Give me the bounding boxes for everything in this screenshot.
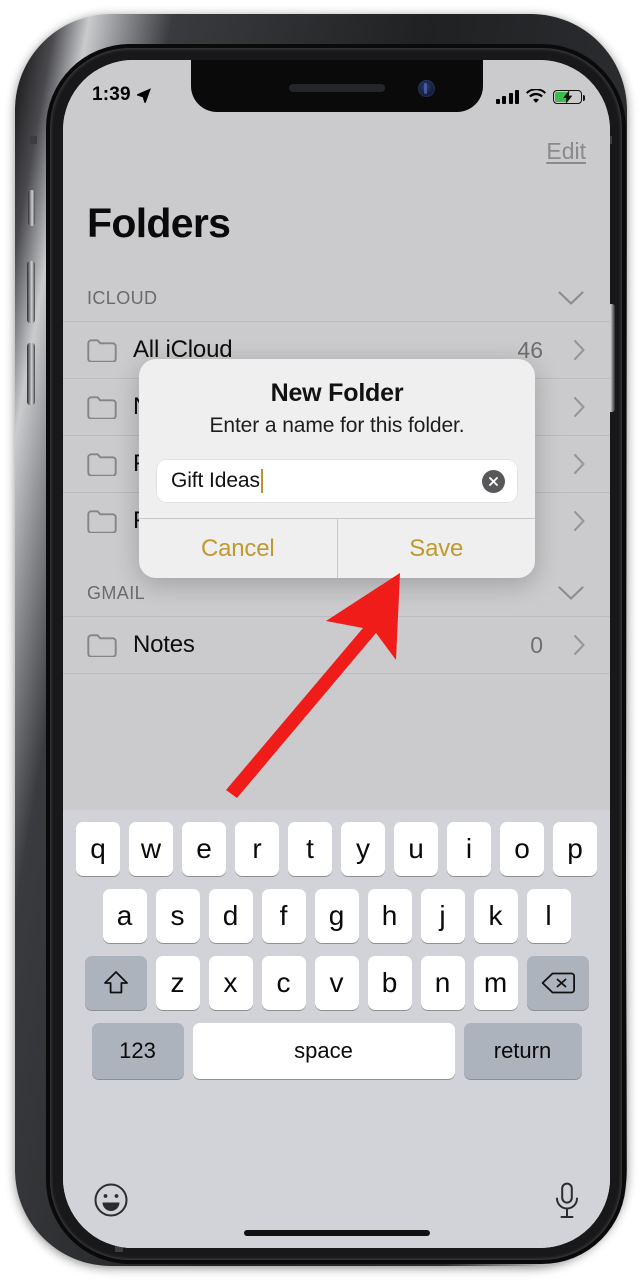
dialog-title: New Folder [270, 379, 404, 407]
numbers-key[interactable]: 123 [91, 1023, 184, 1079]
chevron-right-icon [573, 510, 585, 532]
table-row-empty [63, 673, 610, 729]
emoji-smiley-icon[interactable] [93, 1182, 129, 1218]
key-x[interactable]: x [208, 956, 253, 1010]
return-key[interactable]: return [463, 1023, 582, 1079]
new-folder-dialog: New Folder Enter a name for this folder.… [139, 359, 535, 578]
save-button[interactable]: Save [336, 519, 536, 578]
key-n[interactable]: n [420, 956, 465, 1010]
notes-folders-screen: 1:39 Edit Folders ICLOUD All iCloud 46 G… [63, 60, 610, 1248]
key-i[interactable]: i [447, 822, 491, 876]
key-b[interactable]: b [367, 956, 412, 1010]
folder-name-input[interactable]: Gift Ideas [157, 460, 517, 502]
front-camera-icon [417, 80, 435, 97]
keyboard-row-1: q w e r t y u i o p [63, 810, 610, 876]
key-s[interactable]: s [155, 889, 200, 943]
folder-icon [87, 339, 117, 362]
shift-arrow-icon[interactable] [84, 956, 147, 1010]
key-o[interactable]: o [500, 822, 544, 876]
location-arrow-icon [136, 88, 151, 103]
clear-text-circle-icon[interactable] [482, 469, 505, 493]
phone-frame: 1:39 Edit Folders ICLOUD All iCloud 46 G… [15, 14, 627, 1266]
text-caret [260, 469, 264, 493]
key-k[interactable]: k [473, 889, 518, 943]
dialog-buttons: Cancel Save [139, 518, 535, 578]
edit-button[interactable]: Edit [546, 138, 586, 165]
section-header-label: GMAIL [87, 582, 146, 603]
dialog-body: New Folder Enter a name for this folder.… [139, 359, 535, 518]
cellular-signal-icon [495, 90, 519, 104]
row-count: 0 [530, 631, 543, 658]
status-bar-time: 1:39 [92, 84, 131, 105]
folder-icon [87, 396, 117, 419]
microphone-icon[interactable] [554, 1182, 580, 1220]
folder-icon [87, 510, 117, 533]
key-h[interactable]: h [367, 889, 412, 943]
status-bar-right [495, 89, 589, 106]
keyboard-row-3: z x c v b n m [63, 943, 610, 1010]
key-y[interactable]: y [341, 822, 385, 876]
status-bar-left: 1:39 [85, 84, 152, 106]
section-header-label: ICLOUD [87, 287, 158, 308]
row-label: Notes [133, 631, 195, 658]
space-key[interactable]: space [192, 1023, 455, 1079]
chevron-right-icon [573, 634, 585, 656]
key-z[interactable]: z [155, 956, 200, 1010]
home-indicator[interactable] [243, 1230, 430, 1236]
cancel-button[interactable]: Cancel [139, 519, 337, 578]
key-f[interactable]: f [261, 889, 306, 943]
folder-name-value: Gift Ideas [171, 469, 260, 492]
earpiece-speaker [288, 84, 385, 92]
key-a[interactable]: a [102, 889, 147, 943]
key-p[interactable]: p [553, 822, 597, 876]
key-e[interactable]: e [182, 822, 226, 876]
folder-icon [87, 634, 117, 657]
key-q[interactable]: q [76, 822, 120, 876]
key-t[interactable]: t [288, 822, 332, 876]
wifi-icon [526, 89, 546, 103]
volume-up-button[interactable] [27, 261, 35, 323]
onscreen-keyboard: q w e r t y u i o p a s d f g h j k l z … [63, 810, 610, 1248]
page-title: Folders [87, 200, 231, 246]
section-header-icloud[interactable]: ICLOUD [63, 275, 610, 321]
key-v[interactable]: v [314, 956, 359, 1010]
backspace-delete-icon[interactable] [526, 956, 589, 1010]
keyboard-row-4: 123 space return [63, 1010, 610, 1079]
table-row[interactable]: Notes 0 [63, 616, 610, 673]
keyboard-bottom-bar [63, 1170, 610, 1248]
key-g[interactable]: g [314, 889, 359, 943]
dialog-message: Enter a name for this folder. [209, 414, 465, 437]
key-d[interactable]: d [208, 889, 253, 943]
display-notch [190, 60, 483, 112]
chevron-down-icon[interactable] [558, 585, 584, 601]
mute-switch-button[interactable] [28, 190, 35, 226]
folder-icon [87, 453, 117, 476]
key-u[interactable]: u [394, 822, 438, 876]
key-c[interactable]: c [261, 956, 306, 1010]
volume-down-button[interactable] [27, 343, 35, 405]
chevron-right-icon [573, 453, 585, 475]
key-r[interactable]: r [235, 822, 279, 876]
chevron-right-icon [573, 339, 585, 361]
key-l[interactable]: l [526, 889, 571, 943]
battery-charging-icon [553, 90, 585, 104]
key-m[interactable]: m [473, 956, 518, 1010]
keyboard-row-2: a s d f g h j k l [63, 876, 610, 943]
key-j[interactable]: j [420, 889, 465, 943]
chevron-right-icon [573, 396, 585, 418]
antenna-band-left [30, 136, 37, 144]
chevron-down-icon[interactable] [558, 290, 584, 306]
key-w[interactable]: w [129, 822, 173, 876]
phone-screen: 1:39 Edit Folders ICLOUD All iCloud 46 G… [63, 60, 610, 1248]
